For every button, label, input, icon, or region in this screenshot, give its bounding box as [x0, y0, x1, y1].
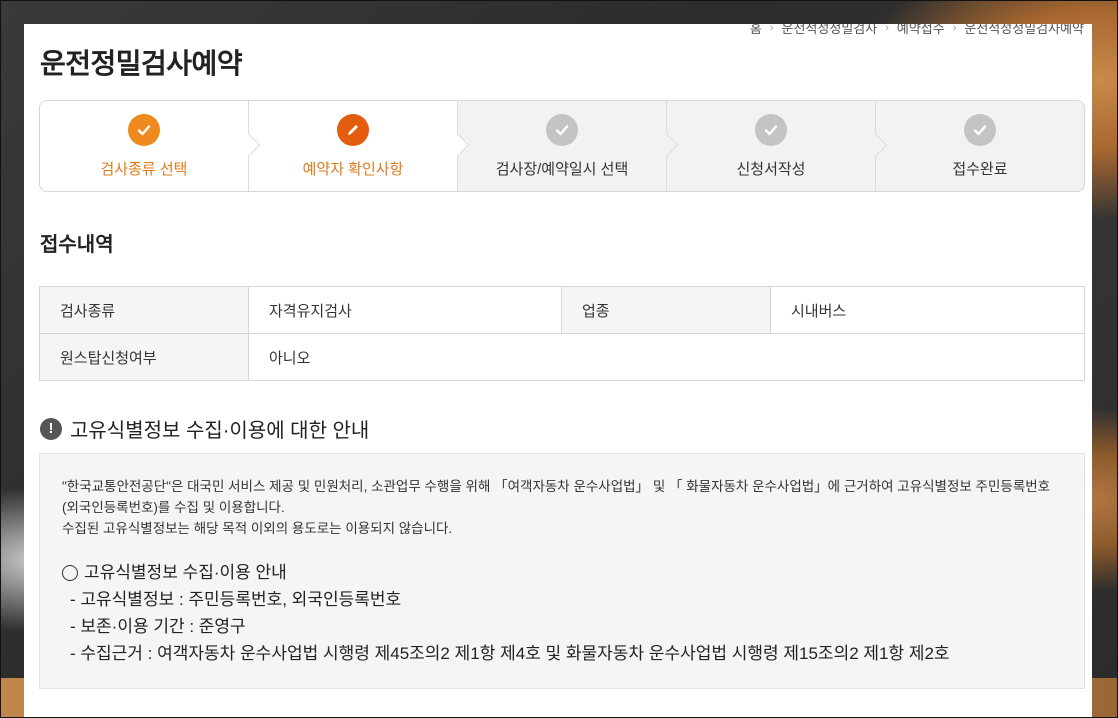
- chevron-right-icon: ›: [952, 24, 957, 34]
- step-complete: 접수완료: [876, 101, 1084, 191]
- table-row: 검사종류 자격유지검사 업종 시내버스: [39, 286, 1085, 334]
- breadcrumb-item[interactable]: 운전적성정밀검사: [782, 24, 878, 37]
- step-select-type: 검사종류 선택: [40, 101, 261, 191]
- table-cell: 아니오: [248, 333, 1085, 381]
- reception-title: 접수내역: [40, 234, 114, 256]
- step-confirm: 예약자 확인사항: [249, 101, 470, 191]
- pencil-icon: [337, 113, 369, 146]
- check-icon: [755, 113, 787, 146]
- step-label: 검사종류 선택: [100, 160, 188, 178]
- notice-heading-text: 고유식별정보 수집·이용에 대한 안내: [70, 420, 370, 442]
- breadcrumb-current: 운전적성정밀검사예약: [964, 24, 1084, 36]
- step-application: 신청서작성: [667, 101, 888, 191]
- step-label: 신청서작성: [736, 160, 806, 178]
- table-row: 원스탑신청여부 아니오: [39, 333, 1085, 381]
- table-header-cell: 원스탑신청여부: [39, 333, 249, 381]
- exclamation-icon: !: [40, 417, 62, 440]
- check-icon: [128, 113, 160, 146]
- step-label: 예약자 확인사항: [302, 160, 404, 178]
- reception-table: 검사종류 자격유지검사 업종 시내버스 원스탑신청여부 아니오: [39, 286, 1085, 381]
- chevron-right-icon: ›: [769, 24, 774, 34]
- chevron-right-icon: ›: [885, 24, 889, 34]
- breadcrumb-item[interactable]: 예약접수: [897, 24, 945, 37]
- step-label: 검사장/예약일시 선택: [495, 160, 629, 178]
- step-label: 접수완료: [952, 160, 1008, 178]
- notice-list-title-text: 고유식별정보 수집·이용 안내: [84, 563, 287, 582]
- step-indicator: 검사종류 선택 예약자 확인사항 검사장/예약일시 선택 신청서작성 접수완료: [39, 100, 1085, 192]
- page-title: 운전정밀검사예약: [40, 48, 243, 79]
- list-item: - 보존·이용 기간 : 준영구: [70, 617, 246, 636]
- notice-box: "한국교통안전공단"은 대국민 서비스 제공 및 민원처리, 소관업무 수행을 …: [39, 453, 1085, 689]
- notice-list: 고유식별정보 수집·이용 안내 - 고유식별정보 : 주민등록번호, 외국인등록…: [62, 559, 1062, 667]
- circle-icon: [62, 564, 78, 581]
- list-item: - 고유식별정보 : 주민등록번호, 외국인등록번호: [70, 590, 402, 609]
- notice-list-title: 고유식별정보 수집·이용 안내: [62, 559, 1062, 586]
- table-header-cell: 검사종류: [39, 286, 249, 334]
- table-cell: 자격유지검사: [248, 286, 562, 334]
- check-icon: [964, 113, 996, 146]
- check-icon: [546, 113, 578, 146]
- notice-heading: ! 고유식별정보 수집·이용에 대한 안내: [40, 414, 369, 443]
- notice-paragraph: 수집된 고유식별정보는 해당 목적 이외의 용도로는 이용되지 않습니다.: [62, 521, 453, 536]
- breadcrumb-home[interactable]: 홈: [750, 24, 762, 37]
- breadcrumb: 홈 › 운전적성정밀검사 › 예약접수 › 운전적성정밀검사예약: [750, 24, 1084, 37]
- table-cell: 시내버스: [770, 286, 1085, 334]
- notice-paragraph: "한국교통안전공단"은 대국민 서비스 제공 및 민원처리, 소관업무 수행을 …: [62, 479, 1051, 515]
- list-item: - 수집근거 : 여객자동차 운수사업법 시행령 제45조의2 제1항 제4호 …: [70, 644, 950, 663]
- main-panel: 홈 › 운전적성정밀검사 › 예약접수 › 운전적성정밀검사예약 운전정밀검사예…: [24, 24, 1092, 718]
- table-header-cell: 업종: [561, 286, 771, 334]
- step-select-datetime: 검사장/예약일시 선택: [458, 101, 679, 191]
